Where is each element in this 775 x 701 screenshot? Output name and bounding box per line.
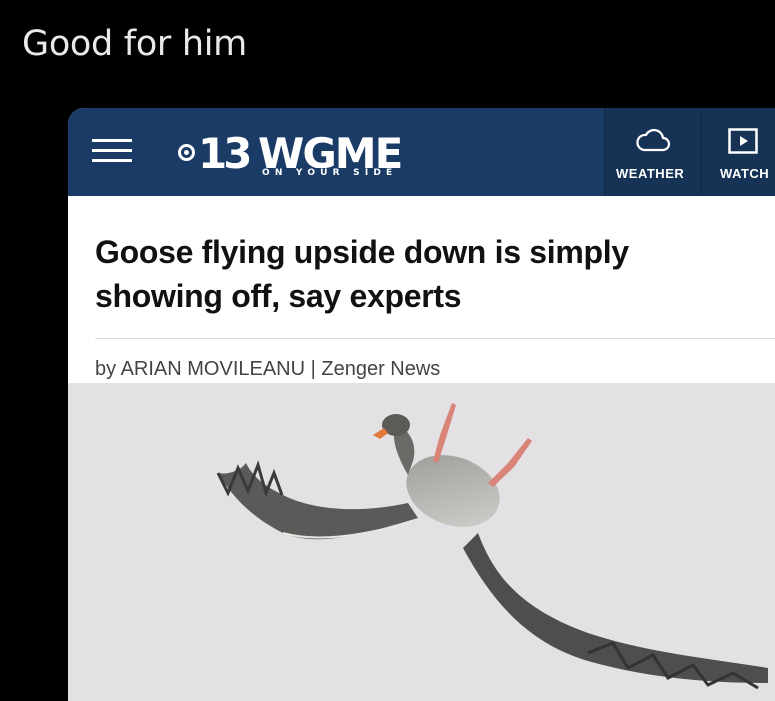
article-photo	[68, 383, 775, 701]
watch-button[interactable]: WATCH	[701, 108, 775, 196]
cbs-eye-icon	[178, 144, 195, 161]
article-headline: Goose flying upside down is simply showi…	[95, 234, 629, 314]
post-caption: Good for him	[22, 24, 247, 64]
article-byline: by ARIAN MOVILEANU | Zenger News	[95, 358, 441, 380]
goose-photo	[216, 403, 768, 690]
logo-number: 13	[198, 129, 252, 178]
article-screenshot-card: 13 WGME ON YOUR SIDE WEATHER WATCH Goose…	[68, 108, 775, 701]
play-icon	[728, 128, 758, 154]
weather-button[interactable]: WEATHER	[604, 108, 701, 196]
menu-icon[interactable]	[92, 139, 132, 165]
site-logo[interactable]: 13 WGME ON YOUR SIDE	[176, 129, 436, 180]
divider	[95, 338, 775, 339]
logo-tagline: ON YOUR SIDE	[262, 168, 398, 178]
watch-label: WATCH	[720, 166, 770, 181]
site-header: 13 WGME ON YOUR SIDE WEATHER WATCH	[68, 108, 775, 196]
cloud-icon	[636, 128, 671, 152]
weather-label: WEATHER	[616, 166, 685, 181]
